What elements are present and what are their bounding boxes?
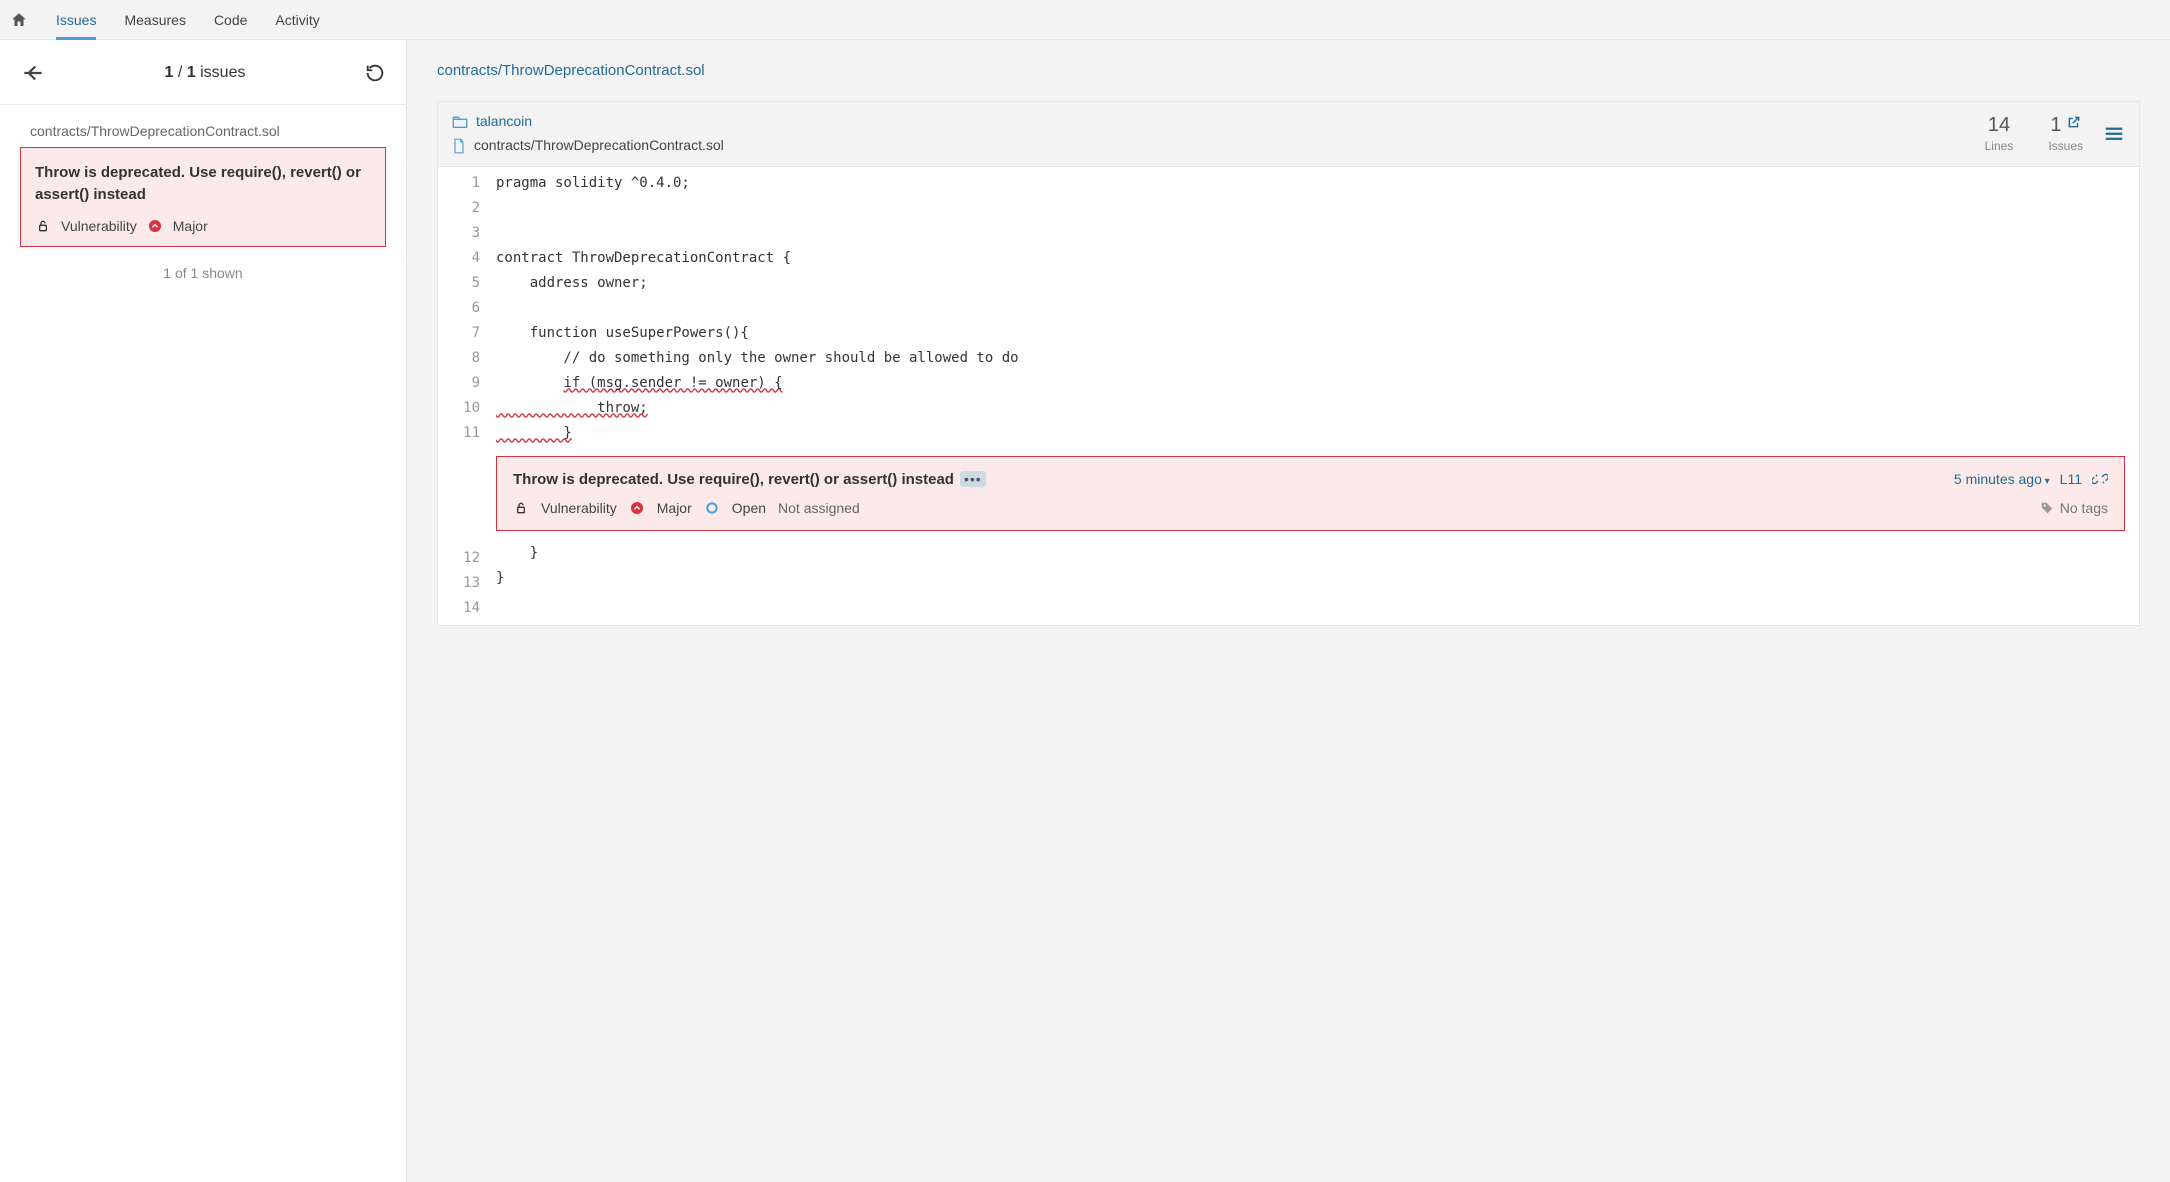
line-number: 13 bbox=[438, 571, 480, 596]
tab-measures[interactable]: Measures bbox=[124, 0, 185, 40]
code-line: } bbox=[490, 541, 2139, 566]
line-number: 6 bbox=[438, 296, 480, 321]
file-icon bbox=[452, 138, 466, 154]
top-nav: Issues Measures Code Activity bbox=[0, 0, 2170, 40]
code-area: 1234567891011121314 pragma solidity ^0.4… bbox=[438, 167, 2139, 625]
sidebar-file-path: contracts/ThrowDeprecationContract.sol bbox=[0, 105, 406, 147]
line-number: 2 bbox=[438, 196, 480, 221]
link-break-icon[interactable] bbox=[2092, 471, 2108, 487]
inline-issue-assignee[interactable]: Not assigned bbox=[778, 500, 860, 516]
vulnerability-icon bbox=[35, 218, 51, 234]
tab-issues[interactable]: Issues bbox=[56, 0, 96, 40]
code-line: // do something only the owner should be… bbox=[490, 346, 2139, 371]
issue-age[interactable]: 5 minutes ago bbox=[1954, 471, 2050, 487]
code-line: throw; bbox=[490, 396, 2139, 421]
code-line: if (msg.sender != owner) { bbox=[490, 371, 2139, 396]
issue-counter: 1 / 1 issues bbox=[165, 64, 246, 82]
breadcrumb[interactable]: contracts/ThrowDeprecationContract.sol bbox=[407, 40, 2170, 101]
counter-current: 1 bbox=[165, 64, 174, 81]
sidebar-shown-count: 1 of 1 shown bbox=[0, 265, 406, 281]
code-line: contract ThrowDeprecationContract { bbox=[490, 246, 2139, 271]
line-number: 9 bbox=[438, 371, 480, 396]
line-number: 1 bbox=[438, 171, 480, 196]
tab-code[interactable]: Code bbox=[214, 0, 247, 40]
project-icon bbox=[452, 115, 468, 129]
line-gutter: 1234567891011121314 bbox=[438, 167, 490, 625]
code-line bbox=[490, 221, 2139, 246]
code-line bbox=[490, 296, 2139, 321]
issues-label: Issues bbox=[2048, 139, 2083, 153]
lines-value: 14 bbox=[1985, 115, 2014, 135]
back-icon[interactable] bbox=[20, 60, 46, 86]
status-open-icon bbox=[704, 500, 720, 516]
menu-icon[interactable] bbox=[2103, 123, 2125, 145]
issue-severity: Major bbox=[173, 218, 208, 234]
file-header: talancoin contracts/ThrowDeprecationCont… bbox=[438, 102, 2139, 167]
file-box: talancoin contracts/ThrowDeprecationCont… bbox=[437, 101, 2140, 626]
line-number: 12 bbox=[438, 546, 480, 571]
issue-type: Vulnerability bbox=[61, 218, 137, 234]
severity-major-icon bbox=[629, 500, 645, 516]
code-column: pragma solidity ^0.4.0; contract ThrowDep… bbox=[490, 167, 2139, 625]
issues-sidebar: 1 / 1 issues contracts/ThrowDeprecationC… bbox=[0, 40, 407, 1182]
main-panel: contracts/ThrowDeprecationContract.sol t… bbox=[407, 40, 2170, 1182]
code-line bbox=[490, 591, 2139, 616]
issue-title: Throw is deprecated. Use require(), reve… bbox=[35, 162, 371, 206]
stat-issues[interactable]: 1 Issues bbox=[2048, 115, 2083, 153]
line-number: 7 bbox=[438, 321, 480, 346]
line-number: 3 bbox=[438, 221, 480, 246]
line-number: 10 bbox=[438, 396, 480, 421]
file-path: contracts/ThrowDeprecationContract.sol bbox=[474, 134, 724, 158]
code-line: address owner; bbox=[490, 271, 2139, 296]
inline-issue-severity[interactable]: Major bbox=[657, 500, 692, 516]
external-link-icon bbox=[2067, 115, 2081, 129]
line-number: 14 bbox=[438, 596, 480, 621]
line-number: 8 bbox=[438, 346, 480, 371]
code-line bbox=[490, 196, 2139, 221]
code-line: function useSuperPowers(){ bbox=[490, 321, 2139, 346]
line-number: 5 bbox=[438, 271, 480, 296]
inline-issue-title: Throw is deprecated. Use require(), reve… bbox=[513, 471, 954, 488]
inline-issue-status[interactable]: Open bbox=[732, 500, 766, 516]
issue-card[interactable]: Throw is deprecated. Use require(), reve… bbox=[20, 147, 386, 247]
counter-total: 1 bbox=[187, 64, 196, 81]
inline-issue[interactable]: Throw is deprecated. Use require(), reve… bbox=[496, 456, 2125, 531]
severity-major-icon bbox=[147, 218, 163, 234]
issue-line-ref: L11 bbox=[2060, 471, 2082, 487]
project-link[interactable]: talancoin bbox=[476, 110, 532, 134]
vulnerability-icon bbox=[513, 500, 529, 516]
line-number: 11 bbox=[438, 421, 480, 446]
refresh-icon[interactable] bbox=[364, 62, 386, 84]
counter-suffix: issues bbox=[200, 64, 245, 81]
inline-issue-type[interactable]: Vulnerability bbox=[541, 500, 617, 516]
home-icon[interactable] bbox=[10, 11, 28, 29]
stat-lines: 14 Lines bbox=[1985, 115, 2014, 153]
inline-issue-tags[interactable]: No tags bbox=[2060, 500, 2108, 516]
line-number: 4 bbox=[438, 246, 480, 271]
tab-activity[interactable]: Activity bbox=[275, 0, 319, 40]
lines-label: Lines bbox=[1985, 139, 2014, 153]
tag-icon bbox=[2040, 501, 2054, 515]
code-line: } bbox=[490, 566, 2139, 591]
issues-value: 1 bbox=[2050, 114, 2061, 136]
code-line: pragma solidity ^0.4.0; bbox=[490, 171, 2139, 196]
code-line: } bbox=[490, 421, 2139, 446]
more-icon[interactable]: ••• bbox=[960, 471, 986, 487]
